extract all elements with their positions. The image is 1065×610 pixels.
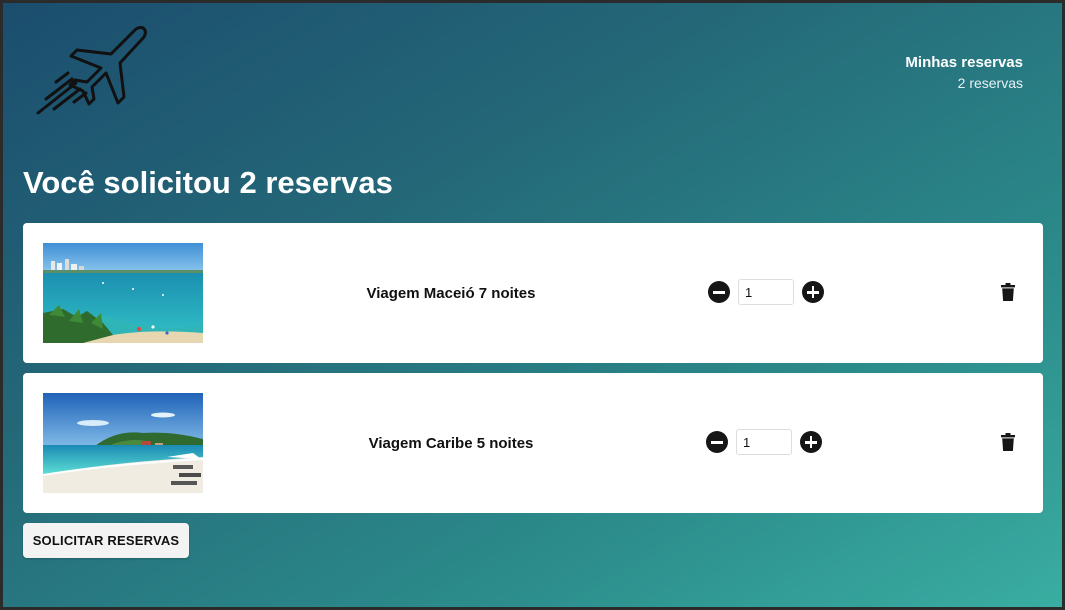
trash-icon[interactable] bbox=[1001, 283, 1015, 301]
airplane-icon[interactable] bbox=[32, 21, 148, 117]
plus-circle-icon[interactable] bbox=[800, 431, 822, 453]
reservation-card: Viagem Maceió 7 noites bbox=[23, 223, 1043, 363]
quantity-stepper bbox=[706, 429, 822, 455]
minus-circle-icon[interactable] bbox=[706, 431, 728, 453]
maceio-beach-photo bbox=[43, 243, 203, 343]
minus-circle-icon[interactable] bbox=[708, 281, 730, 303]
plus-circle-icon[interactable] bbox=[802, 281, 824, 303]
submit-reservations-button[interactable]: SOLICITAR RESERVAS bbox=[23, 523, 189, 558]
page-title: Você solicitou 2 reservas bbox=[23, 165, 393, 200]
quantity-stepper bbox=[708, 279, 824, 305]
item-name: Viagem Caribe 5 noites bbox=[368, 435, 534, 452]
reservation-list: Viagem Maceió 7 noites 1 Viagem Caribe 5… bbox=[23, 223, 1043, 523]
quantity-input[interactable] bbox=[738, 279, 794, 305]
reservations-summary[interactable]: Minhas reservas 2 reservas bbox=[905, 53, 1023, 93]
reservations-count: 2 reservas bbox=[957, 75, 1023, 91]
caribe-beach-photo bbox=[43, 393, 203, 493]
trash-icon[interactable] bbox=[1001, 433, 1015, 451]
item-name: Viagem Maceió 7 noites bbox=[366, 285, 536, 302]
reservations-title: Minhas reservas bbox=[905, 54, 1023, 71]
app: Minhas reservas 2 reservas Você solicito… bbox=[3, 3, 1062, 607]
reservation-card: Viagem Caribe 5 noites bbox=[23, 373, 1043, 513]
quantity-input[interactable] bbox=[736, 429, 792, 455]
